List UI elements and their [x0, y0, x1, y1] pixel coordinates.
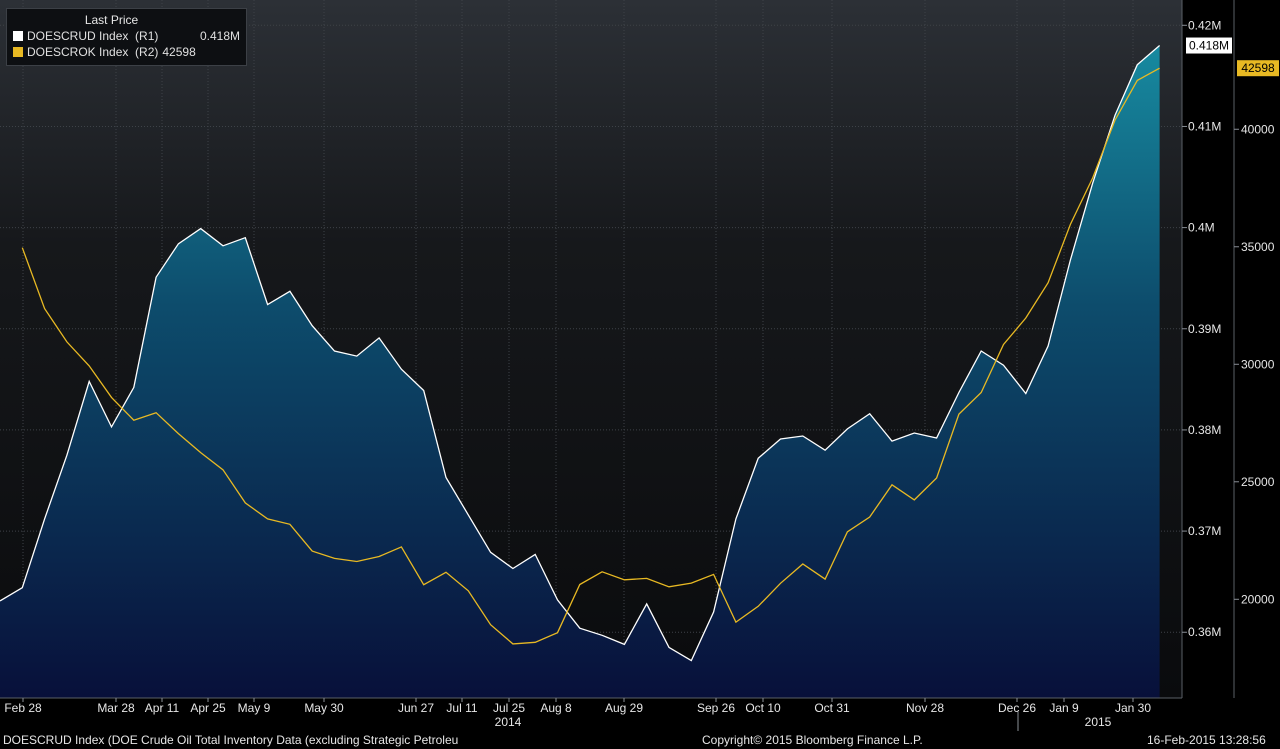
x-tick-label: Aug 29 [605, 701, 643, 715]
footer-copyright: Copyright© 2015 Bloomberg Finance L.P. [702, 733, 923, 747]
x-tick-label: Dec 26 [998, 701, 1036, 715]
x-tick-label: Mar 28 [97, 701, 135, 715]
year-label: 2015 [1085, 715, 1112, 729]
legend-item-value: 42598 [162, 45, 196, 59]
legend-item-value: 0.418M [199, 29, 240, 43]
legend-swatch-yellow [13, 47, 23, 57]
legend: Last Price DOESCRUD Index (R1) 0.418M DO… [6, 8, 247, 66]
chart-area: 0.36M 0.37M 0.38M 0.39M 0.4M 0.41M 0.42M 20000… [0, 0, 1280, 731]
x-tick-label: Jul 25 [493, 701, 525, 715]
footer-description: DOESCRUD Index (DOE Crude Oil Total Inve… [3, 733, 459, 747]
right-tick-label: 30000 [1241, 357, 1275, 371]
x-tick-label: May 9 [238, 701, 271, 715]
x-tick-label: Jul 11 [446, 701, 477, 715]
footer: DOESCRUD Index (DOE Crude Oil Total Inve… [0, 731, 1280, 749]
last-value-label-crud: 0.418M [1189, 39, 1229, 53]
x-tick-label: Apr 11 [145, 701, 180, 715]
x-tick-label: Jan 30 [1115, 701, 1151, 715]
x-tick-label: May 30 [304, 701, 344, 715]
legend-swatch-white [13, 31, 23, 41]
left-tick-label: 0.42M [1188, 18, 1221, 32]
x-tick-label: Oct 31 [814, 701, 850, 715]
right-tick-label: 25000 [1241, 475, 1275, 489]
legend-item-name: DOESCROK Index (R2) [27, 45, 159, 59]
x-tick-label: Apr 25 [190, 701, 226, 715]
x-tick-label: Feb 28 [4, 701, 42, 715]
last-value-label-crok: 42598 [1241, 61, 1275, 75]
x-tick-label: Jan 9 [1049, 701, 1079, 715]
year-label: 2014 [495, 715, 522, 729]
footer-timestamp: 16-Feb-2015 13:28:56 [1147, 733, 1266, 747]
legend-item-crok: DOESCROK Index (R2) 42598 [13, 44, 240, 60]
x-tick-label: Aug 8 [540, 701, 572, 715]
right-tick-label: 20000 [1241, 592, 1275, 606]
left-tick-label: 0.36M [1188, 625, 1221, 639]
x-tick-label: Oct 10 [745, 701, 781, 715]
legend-header: Last Price [84, 13, 139, 27]
left-tick-label: 0.4M [1188, 221, 1215, 235]
right-tick-label: 35000 [1241, 240, 1275, 254]
x-tick-label: Jun 27 [398, 701, 434, 715]
x-tick-label: Nov 28 [906, 701, 944, 715]
right-tick-label: 40000 [1241, 122, 1275, 136]
left-tick-label: 0.37M [1188, 524, 1221, 538]
left-tick-label: 0.38M [1188, 423, 1221, 437]
left-tick-label: 0.41M [1188, 119, 1221, 133]
legend-item-crud: DOESCRUD Index (R1) 0.418M [13, 28, 240, 44]
left-tick-label: 0.39M [1188, 322, 1221, 336]
x-tick-label: Sep 26 [697, 701, 735, 715]
legend-item-name: DOESCRUD Index (R1) [27, 29, 159, 43]
